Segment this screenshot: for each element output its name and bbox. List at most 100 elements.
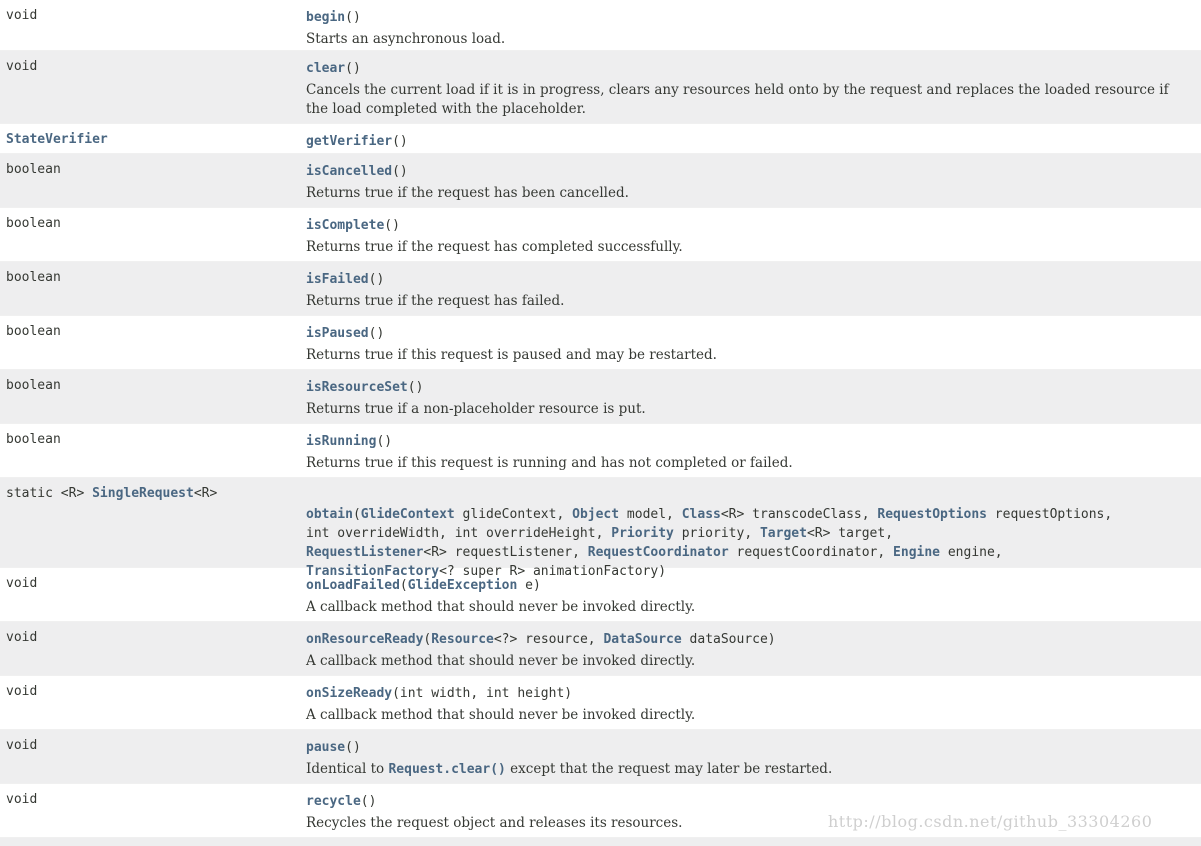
- method-row-onresourceready: void onResourceReady(Resource<?> resourc…: [0, 622, 1201, 676]
- desc-text: except that the request may later be res…: [505, 761, 833, 777]
- method-row-isrunning: boolean isRunning() Returns true if this…: [0, 424, 1201, 478]
- method-link-recycle[interactable]: recycle: [306, 794, 361, 809]
- return-type: boolean: [6, 162, 61, 177]
- method-link-onsizeready[interactable]: onSizeReady: [306, 686, 392, 701]
- param-text: e): [517, 578, 541, 593]
- method-description: Returns true if the request has been can…: [306, 185, 629, 201]
- type-link-target[interactable]: Target: [760, 526, 807, 541]
- empty-parens: (): [345, 61, 361, 76]
- return-type: void: [6, 792, 38, 807]
- method-link-clear[interactable]: clear: [306, 61, 345, 76]
- method-description: Identical to Request.clear() except that…: [306, 760, 1191, 779]
- empty-parens: (): [360, 794, 377, 809]
- param-text: engine,: [940, 545, 1003, 560]
- watermark-text: http://blog.csdn.net/github_33304260: [828, 812, 1153, 831]
- method-row-begin: void begin() Starts an asynchronous load…: [0, 0, 1201, 51]
- type-link-requestoptions[interactable]: RequestOptions: [877, 507, 987, 522]
- type-link-requestcoordinator[interactable]: RequestCoordinator: [588, 545, 729, 560]
- type-link-stateverifier[interactable]: StateVerifier: [6, 132, 108, 147]
- empty-parens: (): [392, 164, 408, 179]
- param-text: glideContext,: [454, 507, 573, 522]
- param-text: (: [399, 578, 408, 593]
- method-link-obtain[interactable]: obtain: [306, 507, 353, 522]
- method-link-getverifier[interactable]: getVerifier: [306, 134, 392, 149]
- desc-text: Identical to: [306, 761, 389, 777]
- type-link-glideexception[interactable]: GlideException: [408, 578, 518, 593]
- empty-parens: (): [384, 218, 400, 233]
- type-link-engine[interactable]: Engine: [893, 545, 940, 560]
- param-text: (int width, int height): [392, 686, 573, 701]
- method-link-isfailed[interactable]: isFailed: [306, 272, 369, 287]
- table-bottom-border: [0, 838, 1201, 846]
- empty-parens: (): [368, 326, 385, 341]
- method-description: Returns true if this request is running …: [306, 455, 793, 471]
- method-link-isrunning[interactable]: isRunning: [306, 434, 376, 449]
- method-description: Cancels the current load if it is in pro…: [306, 82, 1169, 117]
- method-row-pause: void pause() Identical to Request.clear(…: [0, 730, 1201, 784]
- return-type: void: [6, 8, 38, 23]
- method-row-ispaused: boolean isPaused() Returns true if this …: [0, 316, 1201, 370]
- param-text: <R> transcodeClass,: [720, 507, 878, 522]
- empty-parens: (): [392, 134, 408, 149]
- type-link-resource[interactable]: Resource: [431, 632, 494, 647]
- method-link-onloadfailed[interactable]: onLoadFailed: [306, 578, 400, 593]
- method-row-onsizeready: void onSizeReady(int width, int height) …: [0, 676, 1201, 730]
- method-summary-table: void begin() Starts an asynchronous load…: [0, 0, 1201, 846]
- empty-parens: (): [407, 380, 424, 395]
- method-link-iscomplete[interactable]: isComplete: [306, 218, 384, 233]
- empty-parens: (): [345, 10, 361, 25]
- method-link-begin[interactable]: begin: [306, 10, 345, 25]
- method-description: Returns true if the request has failed.: [306, 293, 565, 309]
- method-row-onloadfailed: void onLoadFailed(GlideException e) A ca…: [0, 568, 1201, 622]
- return-type: void: [6, 684, 38, 699]
- empty-parens: (): [376, 434, 393, 449]
- method-link-ispaused[interactable]: isPaused: [306, 326, 369, 341]
- method-link-iscancelled[interactable]: isCancelled: [306, 164, 392, 179]
- type-suffix: <R>: [193, 486, 218, 501]
- return-type: boolean: [6, 324, 61, 339]
- param-text: <?> resource,: [493, 632, 604, 647]
- param-text: requestOptions,: [986, 507, 1113, 522]
- return-type: boolean: [6, 378, 61, 393]
- type-link-class[interactable]: Class: [682, 507, 721, 522]
- empty-parens: (): [368, 272, 385, 287]
- type-prefix: static <R>: [6, 486, 93, 501]
- method-row-getverifier: StateVerifier getVerifier(): [0, 124, 1201, 154]
- link-request-clear[interactable]: Request.clear(): [388, 762, 505, 777]
- type-link-singlerequest[interactable]: SingleRequest: [92, 486, 194, 501]
- type-link-datasource[interactable]: DataSource: [603, 632, 681, 647]
- param-text: <R> requestListener,: [423, 545, 588, 560]
- method-description: Returns true if a non-placeholder resour…: [306, 401, 646, 417]
- type-link-requestlistener[interactable]: RequestListener: [306, 545, 423, 560]
- param-text: dataSource): [681, 632, 776, 647]
- return-type: void: [6, 630, 38, 645]
- param-text: int overrideWidth, int overrideHeight,: [306, 526, 612, 541]
- method-description: Returns true if the request has complete…: [306, 239, 683, 255]
- return-type: void: [6, 59, 38, 74]
- return-type: boolean: [6, 432, 61, 447]
- param-text: (: [352, 507, 361, 522]
- return-type: void: [6, 738, 38, 753]
- method-row-obtain: static <R> SingleRequest<R> obtain(Glide…: [0, 478, 1201, 579]
- method-description: A callback method that should never be i…: [306, 599, 696, 615]
- method-row-isfailed: boolean isFailed() Returns true if the r…: [0, 262, 1201, 316]
- type-link-object[interactable]: Object: [572, 507, 619, 522]
- method-row-iscancelled: boolean isCancelled() Returns true if th…: [0, 154, 1201, 208]
- method-link-onresourceready[interactable]: onResourceReady: [306, 632, 423, 647]
- method-link-isresourceset[interactable]: isResourceSet: [306, 380, 408, 395]
- type-link-glidecontext[interactable]: GlideContext: [361, 507, 455, 522]
- param-text: requestCoordinator,: [728, 545, 894, 560]
- method-description: Returns true if this request is paused a…: [306, 347, 717, 363]
- method-description: A callback method that should never be i…: [306, 707, 696, 723]
- method-row-clear: void clear() Cancels the current load if…: [0, 51, 1201, 124]
- empty-parens: (): [345, 740, 361, 755]
- method-row-iscomplete: boolean isComplete() Returns true if the…: [0, 208, 1201, 262]
- param-text: <R> target,: [806, 526, 894, 541]
- method-description: Starts an asynchronous load.: [306, 31, 506, 47]
- return-type: boolean: [6, 270, 61, 285]
- return-type: boolean: [6, 216, 61, 231]
- method-link-pause[interactable]: pause: [306, 740, 345, 755]
- param-text: model,: [619, 507, 682, 522]
- param-text: priority,: [673, 526, 760, 541]
- type-link-priority[interactable]: Priority: [611, 526, 674, 541]
